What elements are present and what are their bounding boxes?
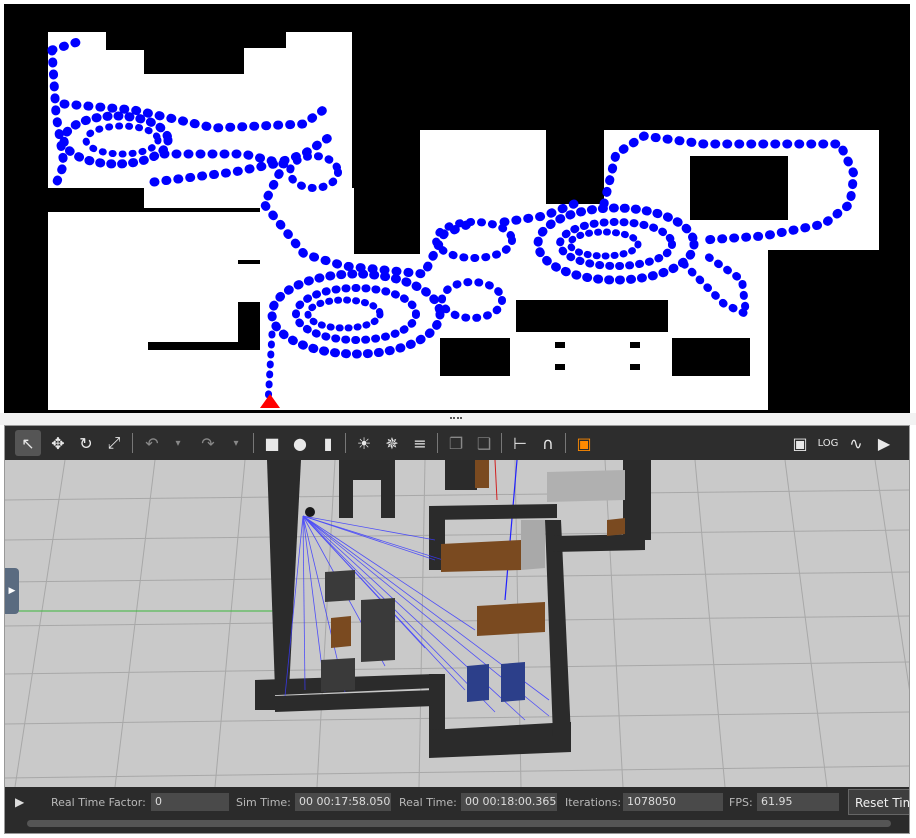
iterations-label: Iterations: [565, 796, 622, 809]
splitter-grip-icon[interactable] [450, 417, 462, 422]
translate-icon[interactable]: ✥ [45, 430, 71, 456]
copy-icon[interactable]: ❐ [443, 430, 469, 456]
sphere-icon[interactable]: ● [287, 430, 313, 456]
panel-splitter[interactable] [0, 413, 916, 425]
sim-time-field: 00 00:17:58.050 [295, 793, 391, 811]
snap-magnet-icon[interactable]: ∩ [535, 430, 561, 456]
scale-icon[interactable]: ⤢ [101, 430, 127, 456]
toolbar-divider [345, 433, 346, 453]
undo-icon[interactable]: ↶ [139, 430, 165, 456]
undo-dropdown-icon[interactable]: ▾ [165, 430, 191, 456]
iterations-field: 1078050 [623, 793, 723, 811]
play-icon[interactable]: ▶ [15, 795, 24, 809]
real-time-factor-label: Real Time Factor: [51, 796, 146, 809]
robot-icon [305, 507, 315, 517]
log-icon[interactable]: LOG [815, 430, 841, 456]
record-video-icon[interactable]: ▶ [871, 430, 897, 456]
plot-icon[interactable]: ∿ [843, 430, 869, 456]
toolbar-divider [565, 433, 566, 453]
side-panel-toggle-icon[interactable]: ▶ [5, 568, 19, 614]
real-time-factor-field: 0 [151, 793, 229, 811]
directional-light-icon[interactable]: ≡ [407, 430, 433, 456]
cylinder-icon[interactable]: ▮ [315, 430, 341, 456]
redo-icon[interactable]: ↷ [195, 430, 221, 456]
toolbar-divider [132, 433, 133, 453]
map-view [4, 4, 910, 413]
redo-dropdown-icon[interactable]: ▾ [223, 430, 249, 456]
toolbar-divider [253, 433, 254, 453]
fps-field: 61.95 [757, 793, 839, 811]
align-icon[interactable]: ⊢ [507, 430, 533, 456]
toolbar-divider [437, 433, 438, 453]
sim-time-label: Sim Time: [236, 796, 291, 809]
toolbar-divider [501, 433, 502, 453]
counter-block [547, 470, 625, 502]
gazebo-window: ↖ ✥ ↻ ⤢ ↶ ▾ ↷ ▾ ■ ● ▮ ☀ ✵ ≡ ❐ ❑ ⊢ ∩ ▣ ▣ … [4, 425, 910, 834]
box-icon[interactable]: ■ [259, 430, 285, 456]
toolbar: ↖ ✥ ↻ ⤢ ↶ ▾ ↷ ▾ ■ ● ▮ ☀ ✵ ≡ ❐ ❑ ⊢ ∩ ▣ ▣ … [5, 426, 909, 460]
screenshot-icon[interactable]: ▣ [787, 430, 813, 456]
point-light-icon[interactable]: ☀ [351, 430, 377, 456]
horizontal-scrollbar[interactable] [27, 820, 891, 827]
rotate-icon[interactable]: ↻ [73, 430, 99, 456]
spot-light-icon[interactable]: ✵ [379, 430, 405, 456]
status-bar: ▶ Real Time Factor: 0 Sim Time: 00 00:17… [5, 787, 909, 833]
select-arrow-icon[interactable]: ↖ [15, 430, 41, 456]
view-angle-icon[interactable]: ▣ [571, 430, 597, 456]
scene [5, 460, 909, 787]
reset-time-button[interactable]: Reset Time [848, 789, 909, 815]
real-time-label: Real Time: [399, 796, 457, 809]
3d-viewport[interactable]: ▶ [5, 460, 909, 787]
paste-icon[interactable]: ❑ [471, 430, 497, 456]
occupancy-map [4, 4, 910, 413]
fps-label: FPS: [729, 796, 753, 809]
real-time-field: 00 00:18:00.365 [461, 793, 557, 811]
